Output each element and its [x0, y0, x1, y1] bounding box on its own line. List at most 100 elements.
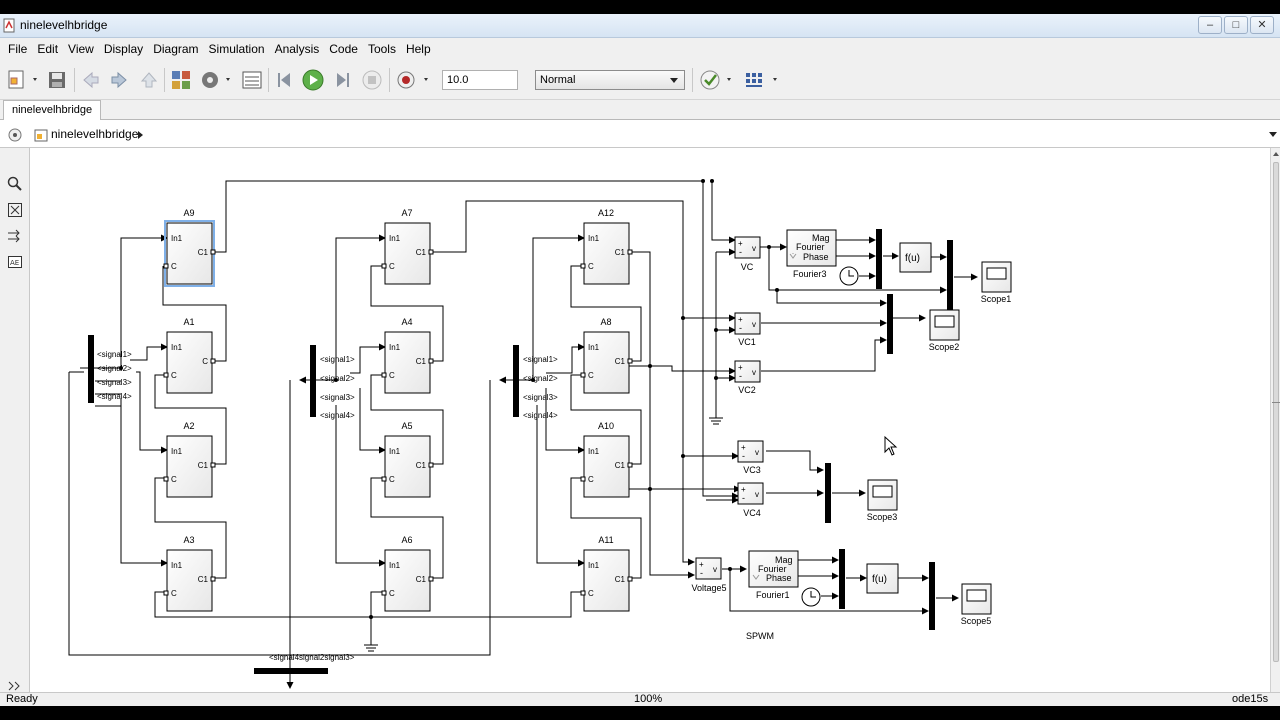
close-button[interactable]: ✕ [1250, 16, 1274, 34]
diagram-canvas[interactable]: <signal1> <signal2> <signal3> <signal4> … [31, 148, 1270, 692]
menu-display[interactable]: Display [99, 38, 148, 60]
subsystem-a4[interactable]: A4 In1 C C1 [381, 317, 434, 394]
subsystem-a11[interactable]: A11 In1 C C1 [580, 535, 633, 612]
subsystem-a6[interactable]: A6 In1 C C1 [381, 535, 434, 612]
back-button[interactable] [80, 68, 102, 92]
library-browser-button[interactable] [170, 68, 192, 92]
minimize-button[interactable]: – [1198, 16, 1222, 34]
step-back-button[interactable] [274, 68, 296, 92]
scope-scope5[interactable]: Scope5 [961, 583, 992, 626]
voltmeter-label: VC4 [743, 508, 761, 518]
fourier3-block[interactable]: Mag Fourier Phase Fourier3 [786, 229, 837, 279]
subsystem-a8[interactable]: A8 In1 C C1 [580, 317, 633, 394]
signal-bus-bottom[interactable] [254, 668, 328, 674]
subsystem-a7[interactable]: A7 In1 C C1 [381, 208, 434, 285]
run-button[interactable] [301, 68, 325, 92]
menu-analysis[interactable]: Analysis [270, 38, 325, 60]
zoom-icon[interactable] [7, 176, 23, 192]
port-c-connector [163, 372, 169, 378]
stop-button[interactable] [361, 68, 383, 92]
toolbar: 10.0 Normal [0, 60, 1280, 100]
menu-file[interactable]: File [3, 38, 32, 60]
vertical-scrollbar[interactable] [1270, 148, 1280, 692]
annotation-icon[interactable]: AE [7, 254, 23, 270]
voltmeter-vc[interactable]: +- vVC [734, 236, 761, 272]
simulation-mode-value: Normal [540, 74, 576, 86]
maximize-button[interactable]: □ [1224, 16, 1248, 34]
simulation-mode-select[interactable]: Normal [535, 70, 685, 90]
hide-explorer-icon[interactable] [8, 128, 22, 142]
subsystem-a12[interactable]: A12 In1 C C1 [580, 208, 633, 285]
signal-bus-3[interactable] [513, 345, 519, 417]
voltmeter-voltage5[interactable]: +- vVoltage5 [691, 557, 727, 593]
model-advisor-button[interactable] [698, 68, 736, 92]
scrollbar-thumb[interactable] [1273, 162, 1279, 662]
subsystem-a10[interactable]: A10 In1 C C1 [580, 421, 633, 498]
mux-fourier3[interactable] [876, 229, 882, 289]
minus-terminal: - [700, 568, 703, 578]
tab-ninelevelhbridge[interactable]: ninelevelhbridge [3, 100, 102, 120]
voltmeter-vc4[interactable]: +- vVC4 [737, 482, 764, 518]
scope-scope3[interactable]: Scope3 [867, 479, 898, 522]
mux-scope3[interactable] [825, 463, 831, 523]
subsystem-a5[interactable]: A5 In1 C C1 [381, 421, 434, 498]
status-solver[interactable]: ode15s [1232, 693, 1268, 706]
clock-block-1[interactable] [839, 266, 859, 286]
scope-scope2[interactable]: Scope2 [929, 309, 960, 352]
model-explorer-button[interactable] [240, 68, 264, 92]
signal-arrows-icon[interactable] [7, 228, 23, 244]
port-c-connector [163, 590, 169, 596]
subsystem-a9[interactable]: A9 In1 C C1 [163, 208, 216, 287]
port-c-connector [381, 263, 387, 269]
port-c1-connector [627, 576, 633, 582]
model-config-button[interactable] [199, 68, 235, 92]
fourier1-block[interactable]: Mag Fourier Phase Fourier1 [748, 550, 799, 600]
subsystem-a1[interactable]: A1 In1 C C [163, 317, 216, 394]
scroll-up-icon[interactable] [1272, 150, 1280, 158]
new-model-button[interactable] [6, 68, 42, 92]
model-icon [34, 129, 48, 142]
stop-time-input[interactable]: 10.0 [442, 70, 518, 90]
scope-screen-icon [934, 315, 955, 328]
expand-palette-icon[interactable] [8, 681, 22, 691]
v-output: v [713, 565, 717, 574]
menu-diagram[interactable]: Diagram [148, 38, 203, 60]
menu-help[interactable]: Help [401, 38, 436, 60]
step-forward-button[interactable] [331, 68, 353, 92]
fit-to-view-icon[interactable] [7, 202, 23, 218]
mux-scope5[interactable] [929, 562, 935, 630]
menu-simulation[interactable]: Simulation [204, 38, 270, 60]
signal-bus-1[interactable] [88, 335, 94, 403]
menu-edit[interactable]: Edit [32, 38, 63, 60]
scope-screen-icon [966, 589, 987, 602]
voltmeter-vc2[interactable]: +- vVC2 [734, 360, 761, 395]
mux-fourier1[interactable] [839, 549, 845, 609]
menu-view[interactable]: View [63, 38, 99, 60]
subsystem-a3[interactable]: A3 In1 C C1 [163, 535, 216, 612]
voltmeter-vc1[interactable]: +- vVC1 [734, 312, 761, 347]
bus3-signal2-label: <signal2> [523, 374, 558, 383]
breadcrumb-model[interactable]: ninelevelhbridge [51, 127, 138, 141]
block-diagram[interactable]: <signal1> <signal2> <signal3> <signal4> … [31, 148, 1270, 692]
scope-scope1[interactable]: Scope1 [981, 261, 1012, 304]
v-output: v [752, 368, 756, 377]
signal-bus-2[interactable] [310, 345, 316, 417]
save-button[interactable] [46, 68, 68, 92]
clock-block-2[interactable] [801, 587, 821, 607]
scope-screen-icon [872, 485, 893, 498]
minus-terminal: - [739, 247, 742, 257]
voltmeter-vc3[interactable]: +- vVC3 [737, 440, 764, 475]
forward-button[interactable] [108, 68, 130, 92]
mux-scope1[interactable] [947, 240, 953, 310]
record-button[interactable] [395, 68, 433, 92]
fcn-block-1[interactable]: f(u) [899, 242, 932, 273]
menu-tools[interactable]: Tools [363, 38, 401, 60]
build-button[interactable] [744, 68, 782, 92]
explorer-dropdown-icon[interactable] [1268, 131, 1278, 139]
menu-code[interactable]: Code [324, 38, 363, 60]
fcn-block-2[interactable]: f(u) [866, 563, 899, 594]
breadcrumb-arrow-icon[interactable] [137, 130, 145, 140]
subsystem-a2[interactable]: A2 In1 C C1 [163, 421, 216, 498]
mux-scope2[interactable] [887, 294, 893, 354]
up-button[interactable] [138, 68, 160, 92]
